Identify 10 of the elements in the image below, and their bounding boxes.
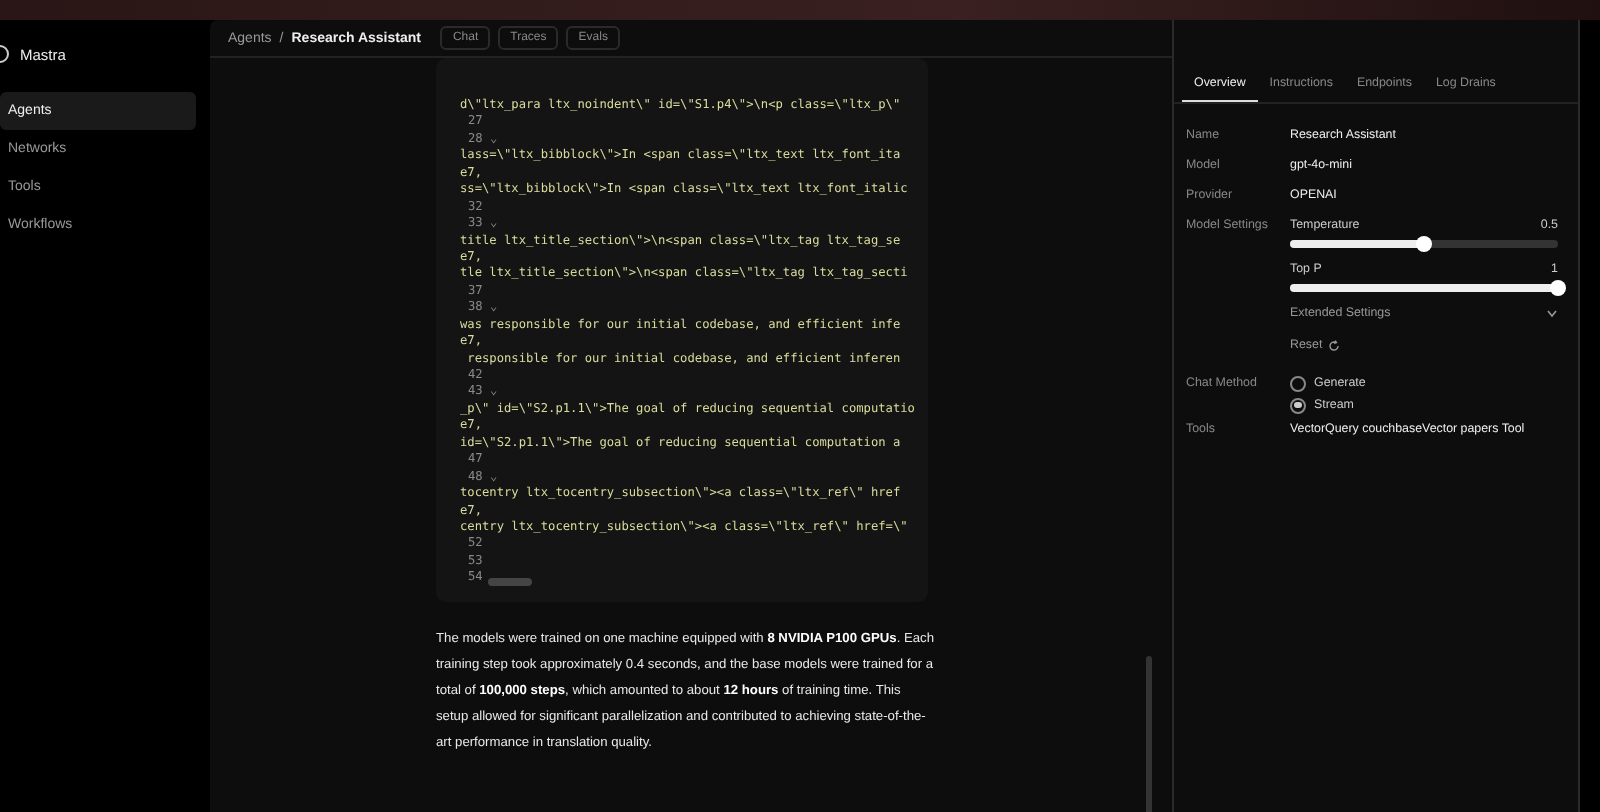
scrollbar-thumb[interactable] <box>1146 656 1152 812</box>
refresh-icon <box>1328 339 1341 351</box>
slider-track[interactable] <box>1290 240 1558 248</box>
scrollbar-thumb[interactable] <box>488 578 532 586</box>
chevron-icon[interactable] <box>1546 309 1558 317</box>
slider-thumb[interactable] <box>1416 236 1432 252</box>
radio-button[interactable] <box>1290 375 1306 391</box>
radio-button[interactable] <box>1290 397 1306 413</box>
slider-thumb[interactable] <box>1550 280 1566 296</box>
logo-icon <box>0 44 12 64</box>
